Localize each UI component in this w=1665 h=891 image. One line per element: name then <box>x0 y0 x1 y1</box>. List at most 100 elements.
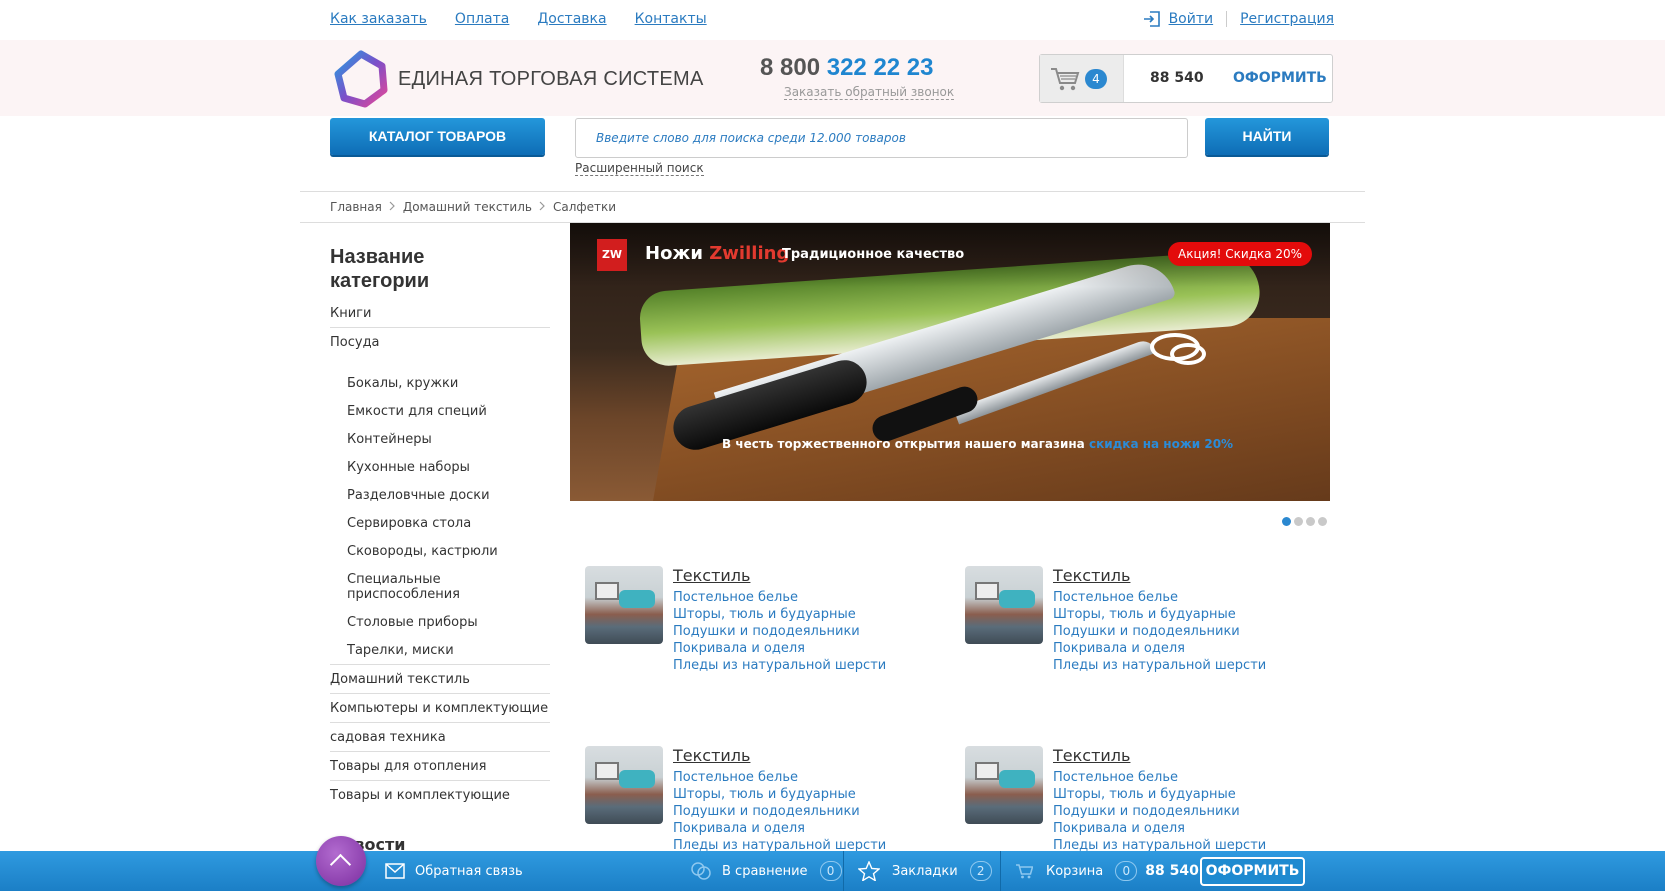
bottom-cart-sum: 88 540 <box>1145 863 1199 879</box>
cart-count-badge: 4 <box>1085 69 1107 89</box>
category-link[interactable]: Подушки и пододеяльники <box>1053 623 1266 640</box>
category-thumbnail[interactable] <box>965 566 1043 644</box>
category-link[interactable]: Постельное белье <box>673 589 886 606</box>
info-links: Как заказать Оплата Доставка Контакты <box>330 11 707 27</box>
category-thumbnail[interactable] <box>965 746 1043 824</box>
chevron-right-icon <box>539 200 546 214</box>
category-link[interactable]: Пледы из натуральной шерсти <box>1053 657 1266 674</box>
advanced-search-link[interactable]: Расширенный поиск <box>575 161 704 176</box>
sidebar-subitem[interactable]: Тарелки, миски <box>347 643 550 658</box>
sidebar-subitem[interactable]: Кухонные наборы <box>347 460 550 475</box>
nav-link-how-to-order[interactable]: Как заказать <box>330 11 427 27</box>
cart-sum: 88 540 <box>1150 70 1204 86</box>
nav-link-payment[interactable]: Оплата <box>455 11 509 27</box>
catalog-button[interactable]: КАТАЛОГ ТОВАРОВ <box>330 118 545 155</box>
banner-caption-text: В честь торжественного открытия нашего м… <box>722 437 1085 451</box>
feedback-label: Обратная связь <box>415 863 523 879</box>
category-link[interactable]: Подушки и пододеяльники <box>1053 803 1266 820</box>
sidebar-title: Название категории <box>330 246 430 292</box>
category-links: Постельное белье Шторы, тюль и будуарные… <box>1053 769 1266 854</box>
header-cart[interactable]: 4 88 540 ОФОРМИТЬ <box>1039 54 1333 103</box>
bottom-toolbar: Обратная связь В сравнение 0 Закладки 2 … <box>0 851 1665 891</box>
callback-link[interactable]: Заказать обратный звонок <box>784 86 955 100</box>
sidebar-subitem[interactable]: Сервировка стола <box>347 516 550 531</box>
scroll-to-top-button[interactable] <box>316 836 366 886</box>
sidebar-item-heating[interactable]: Товары для отопления <box>330 752 550 781</box>
category-link[interactable]: Покривала и оделя <box>673 820 886 837</box>
sidebar-subitem[interactable]: Бокалы, кружки <box>347 376 550 391</box>
sidebar-item-garden[interactable]: садовая техника <box>330 723 550 752</box>
category-link[interactable]: Покривала и оделя <box>1053 820 1266 837</box>
sidebar-subitems: Бокалы, кружки Емкости для специй Контей… <box>330 376 550 658</box>
compare-count: 0 <box>819 861 842 881</box>
category-link[interactable]: Постельное белье <box>1053 769 1266 786</box>
slider-dots <box>1282 517 1327 526</box>
cart-checkout-link[interactable]: ОФОРМИТЬ <box>1233 70 1327 86</box>
category-link[interactable]: Постельное белье <box>1053 589 1266 606</box>
slider-dot[interactable] <box>1282 517 1291 526</box>
auth-divider <box>1226 11 1228 27</box>
category-link[interactable]: Шторы, тюль и будуарные <box>1053 606 1266 623</box>
category-title[interactable]: Текстиль <box>1053 746 1130 765</box>
category-sidebar: Название категории Книги Посуда Бокалы, … <box>330 245 550 854</box>
slider-dot[interactable] <box>1294 517 1303 526</box>
category-block: Текстиль Постельное белье Шторы, тюль и … <box>965 566 1305 676</box>
category-thumbnail[interactable] <box>585 746 663 824</box>
sidebar-item-dishes[interactable]: Посуда <box>330 328 550 357</box>
category-block: Текстиль Постельное белье Шторы, тюль и … <box>585 746 925 856</box>
banner-tagline: Традиционное качество <box>782 247 965 262</box>
slider-dot[interactable] <box>1306 517 1315 526</box>
breadcrumb-textile[interactable]: Домашний текстиль <box>403 200 532 214</box>
category-title[interactable]: Текстиль <box>673 746 750 765</box>
category-links: Постельное белье Шторы, тюль и будуарные… <box>673 589 886 674</box>
bottom-checkout-button[interactable]: ОФОРМИТЬ <box>1200 857 1305 886</box>
sidebar-item-goods[interactable]: Товары и комплектующие <box>330 781 550 810</box>
sidebar-subitem[interactable]: Сковороды, кастрюли <box>347 544 550 559</box>
breadcrumb-home[interactable]: Главная <box>330 200 382 214</box>
category-thumbnail[interactable] <box>585 566 663 644</box>
category-link[interactable]: Шторы, тюль и будуарные <box>673 786 886 803</box>
nav-link-contacts[interactable]: Контакты <box>635 11 707 27</box>
category-link[interactable]: Покривала и оделя <box>1053 640 1266 657</box>
divider <box>1000 851 1001 891</box>
sidebar-subitem[interactable]: Контейнеры <box>347 432 550 447</box>
compare-button[interactable]: В сравнение 0 <box>690 851 842 891</box>
banner-caption-link[interactable]: скидка на ножи 20% <box>1089 437 1233 451</box>
cart-icon <box>1051 68 1080 91</box>
category-link[interactable]: Покривала и оделя <box>673 640 886 657</box>
slider-dot[interactable] <box>1318 517 1327 526</box>
discount-badge: Акция! Скидка 20% <box>1168 242 1313 266</box>
sidebar-item-computers[interactable]: Компьютеры и комплектующие <box>330 694 550 723</box>
category-link[interactable]: Подушки и пододеяльники <box>673 623 886 640</box>
sidebar-item-books[interactable]: Книги <box>330 299 550 328</box>
sidebar-item-textile[interactable]: Домашний текстиль <box>330 665 550 694</box>
bookmarks-button[interactable]: Закладки 2 <box>858 851 992 891</box>
sidebar-subitem[interactable]: Специальные приспособления <box>347 572 477 602</box>
banner-title: Ножи Zwilling <box>645 243 789 264</box>
category-title[interactable]: Текстиль <box>673 566 750 585</box>
sidebar-subitem[interactable]: Столовые приборы <box>347 615 550 630</box>
site-logo[interactable]: ЕДИНАЯ ТОРГОВАЯ СИСТЕМА <box>332 50 732 108</box>
zwilling-logo-icon: ZW <box>597 239 627 271</box>
feedback-button[interactable]: Обратная связь <box>385 851 523 891</box>
category-link[interactable]: Шторы, тюль и будуарные <box>1053 786 1266 803</box>
find-button[interactable]: НАЙТИ <box>1205 118 1329 155</box>
promo-banner[interactable]: ZW Ножи Zwilling Традиционное качество А… <box>570 223 1330 501</box>
breadcrumb-current: Салфетки <box>552 200 617 214</box>
bookmarks-count: 2 <box>969 861 992 881</box>
category-link[interactable]: Шторы, тюль и будуарные <box>673 606 886 623</box>
register-link[interactable]: Регистрация <box>1240 11 1334 27</box>
sidebar-subitem[interactable]: Емкости для специй <box>347 404 550 419</box>
category-link[interactable]: Пледы из натуральной шерсти <box>673 657 886 674</box>
category-link[interactable]: Постельное белье <box>673 769 886 786</box>
category-title[interactable]: Текстиль <box>1053 566 1130 585</box>
category-link[interactable]: Подушки и пододеяльники <box>673 803 886 820</box>
login-link[interactable]: Войти <box>1169 11 1214 27</box>
logo-ring-icon <box>334 50 388 108</box>
bottom-cart-button[interactable]: Корзина 0 88 540 <box>1015 851 1199 891</box>
search-input[interactable] <box>576 119 1187 157</box>
login-icon[interactable] <box>1143 11 1161 27</box>
sidebar-subitem[interactable]: Разделовчные доски <box>347 488 550 503</box>
cart-icon-area[interactable]: 4 <box>1040 55 1124 102</box>
nav-link-delivery[interactable]: Доставка <box>537 11 606 27</box>
